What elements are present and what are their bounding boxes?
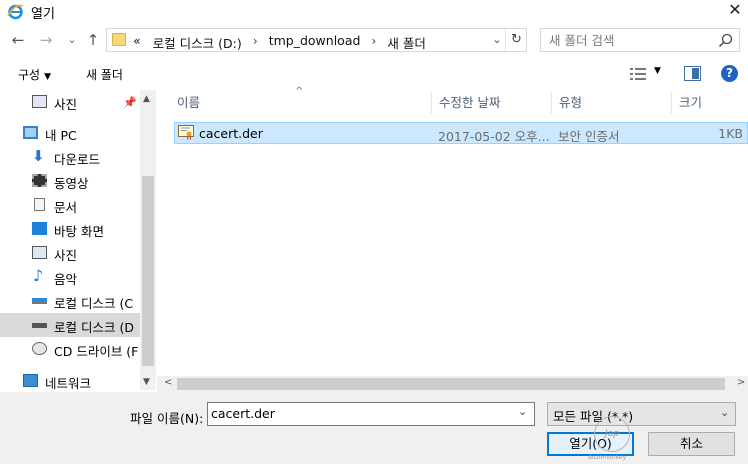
computer-icon bbox=[23, 126, 38, 139]
sidebar-item-label: 내 PC bbox=[45, 128, 77, 143]
file-name: cacert.der bbox=[199, 126, 263, 141]
windows-drive-icon bbox=[32, 298, 47, 304]
recent-locations-button[interactable]: ⌄ bbox=[62, 30, 82, 50]
file-modified: 2017-05-02 오후... bbox=[438, 129, 550, 144]
folder-icon bbox=[112, 33, 126, 46]
file-size: 1KB bbox=[718, 126, 743, 141]
breadcrumb: « 로컬 디스크 (D:) › tmp_download › 새 폴더 bbox=[133, 33, 432, 52]
chevron-down-icon[interactable]: ⌄ bbox=[518, 405, 527, 418]
sidebar-item-drive-c[interactable]: 로컬 디스크 (C bbox=[0, 289, 140, 313]
sidebar-item-desktop[interactable]: 바탕 화면 bbox=[0, 217, 140, 241]
filename-label: 파일 이름(N): bbox=[130, 411, 204, 426]
sidebar-item-label: 로컬 디스크 (D bbox=[54, 320, 134, 335]
organize-label: 구성 bbox=[18, 68, 41, 82]
music-icon: ♪ bbox=[33, 266, 44, 285]
sidebar-item-pictures-quick[interactable]: 사진 📌 bbox=[0, 90, 140, 114]
sidebar-item-label: 사진 bbox=[54, 248, 78, 263]
search-icon[interactable] bbox=[717, 32, 735, 50]
scroll-left-icon[interactable]: < bbox=[164, 377, 172, 388]
sidebar-item-label: 문서 bbox=[54, 200, 78, 215]
watermark-text: dozomonkey bbox=[588, 454, 627, 461]
videos-icon bbox=[32, 174, 47, 187]
documents-icon bbox=[34, 198, 45, 211]
sidebar-item-label: 동영상 bbox=[54, 176, 89, 191]
watermark-logo: Jap bbox=[594, 416, 630, 452]
sidebar-item-label: 사진 bbox=[54, 97, 78, 112]
certificate-icon bbox=[178, 125, 194, 140]
sidebar-item-label: CD 드라이브 (F bbox=[54, 344, 139, 359]
navigation-scrollbar[interactable]: ▲ ▼ bbox=[140, 90, 156, 390]
refresh-icon[interactable]: ↻ bbox=[505, 29, 527, 51]
cd-drive-icon bbox=[32, 342, 47, 355]
sidebar-item-label: 네트워크 bbox=[45, 376, 92, 390]
sidebar-item-pictures[interactable]: 사진 bbox=[0, 241, 140, 265]
column-header-size[interactable]: 크기 bbox=[671, 90, 748, 116]
scroll-right-icon[interactable]: > bbox=[737, 377, 745, 388]
sidebar-item-label: 바탕 화면 bbox=[54, 224, 104, 239]
file-type: 보안 인증서 bbox=[558, 129, 620, 144]
preview-pane-icon[interactable] bbox=[684, 66, 701, 81]
close-button[interactable]: ✕ bbox=[722, 0, 748, 22]
scrollbar-thumb[interactable] bbox=[142, 176, 154, 366]
sidebar-item-label: 로컬 디스크 (C bbox=[54, 296, 134, 311]
sidebar-item-label: 다운로드 bbox=[54, 152, 101, 167]
window-title: 열기 bbox=[31, 7, 55, 22]
table-row[interactable]: cacert.der 2017-05-02 오후... 보안 인증서 1KB bbox=[174, 122, 748, 144]
sidebar-item-drive-d[interactable]: 로컬 디스크 (D bbox=[0, 313, 140, 337]
desktop-icon bbox=[32, 222, 47, 235]
column-header-type[interactable]: 유형 bbox=[551, 90, 671, 116]
scroll-down-icon[interactable]: ▼ bbox=[143, 377, 150, 387]
sidebar-item-network[interactable]: 네트워크 bbox=[0, 369, 140, 390]
search-input[interactable] bbox=[549, 32, 709, 48]
forward-button[interactable]: → bbox=[36, 30, 56, 50]
title-bar: 열기 ✕ bbox=[0, 0, 748, 24]
sidebar-item-videos[interactable]: 동영상 bbox=[0, 169, 140, 193]
chevron-down-icon: ⌄ bbox=[720, 406, 730, 419]
pictures-icon bbox=[32, 246, 47, 259]
view-options-icon[interactable] bbox=[629, 67, 647, 81]
chevron-down-icon[interactable]: ▼ bbox=[654, 66, 661, 76]
open-file-dialog: 열기 ✕ ← → ⌄ ↑ « 로컬 디스크 (D:) › tmp_downloa… bbox=[0, 0, 748, 464]
address-bar[interactable]: « 로컬 디스크 (D:) › tmp_download › 새 폴더 ⌄ ↻ bbox=[106, 28, 527, 52]
breadcrumb-drive[interactable]: 로컬 디스크 (D:) bbox=[147, 33, 248, 52]
cancel-button[interactable]: 취소 bbox=[648, 432, 735, 456]
help-icon[interactable]: ? bbox=[721, 65, 738, 82]
sidebar-item-downloads[interactable]: ⬇ 다운로드 bbox=[0, 145, 140, 169]
filetype-select[interactable]: 모든 파일 (*.*) ⌄ bbox=[547, 402, 736, 426]
sidebar-item-cd-drive[interactable]: CD 드라이브 (F bbox=[0, 337, 140, 361]
column-header-modified[interactable]: 수정한 날짜 bbox=[431, 90, 551, 116]
dialog-footer: 파일 이름(N): ⌄ 모든 파일 (*.*) ⌄ 열기(O) 취소 Jap d… bbox=[0, 392, 748, 464]
chevron-down-icon[interactable]: ⌄ bbox=[490, 31, 504, 49]
downloads-icon: ⬇ bbox=[32, 147, 45, 165]
pin-icon[interactable]: 📌 bbox=[123, 96, 137, 109]
filename-field[interactable] bbox=[211, 406, 511, 421]
breadcrumb-new-folder[interactable]: 새 폴더 bbox=[381, 33, 431, 52]
scroll-up-icon[interactable]: ▲ bbox=[143, 94, 150, 104]
pictures-icon bbox=[32, 95, 47, 108]
back-button[interactable]: ← bbox=[8, 30, 28, 50]
scrollbar-thumb[interactable] bbox=[177, 378, 725, 390]
breadcrumb-tmp-download[interactable]: tmp_download bbox=[263, 33, 367, 52]
network-icon bbox=[23, 374, 38, 387]
internet-explorer-icon bbox=[7, 4, 24, 20]
sidebar-item-documents[interactable]: 문서 bbox=[0, 193, 140, 217]
drive-icon bbox=[32, 323, 47, 328]
chevron-down-icon: ▼ bbox=[44, 72, 52, 82]
sidebar-item-label: 음악 bbox=[54, 272, 78, 287]
sidebar-item-this-pc[interactable]: 내 PC bbox=[0, 121, 140, 145]
horizontal-scrollbar[interactable]: < > bbox=[157, 376, 748, 392]
sidebar-item-music[interactable]: ♪ 음악 bbox=[0, 265, 140, 289]
up-button[interactable]: ↑ bbox=[83, 30, 103, 50]
chevron-right-icon[interactable]: › bbox=[248, 33, 263, 52]
filename-combobox[interactable]: ⌄ bbox=[207, 402, 535, 426]
new-folder-button[interactable]: 새 폴더 bbox=[86, 66, 123, 83]
navigation-pane: 사진 📌 내 PC ⬇ 다운로드 동영상 문서 바탕 화면 사진 ♪ 음악 로컬… bbox=[0, 90, 156, 390]
breadcrumb-overflow[interactable]: « bbox=[133, 33, 147, 52]
search-box[interactable] bbox=[540, 28, 740, 52]
chevron-right-icon[interactable]: › bbox=[366, 33, 381, 52]
file-list: 이름 ^ 수정한 날짜 유형 크기 cacert.der 2017-05-02 … bbox=[157, 86, 748, 376]
organize-button[interactable]: 구성 ▼ bbox=[18, 66, 51, 83]
sort-ascending-icon: ^ bbox=[295, 86, 304, 97]
toolbar: 구성 ▼ 새 폴더 ▼ ? bbox=[0, 58, 748, 90]
